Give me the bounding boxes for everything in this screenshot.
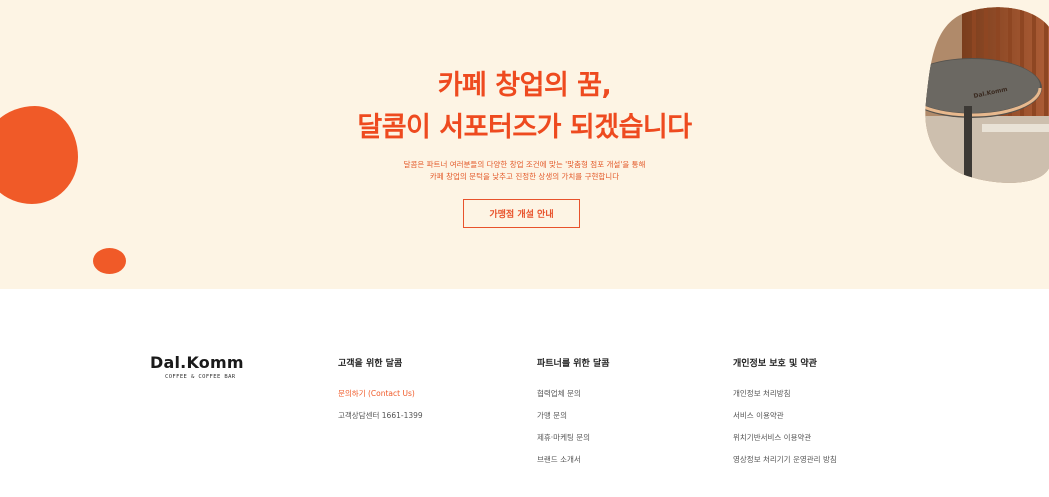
footer-column-privacy-terms: 개인정보 보호 및 약관 개인정보 처리방침 서비스 이용약관 위치기반서비스 … <box>733 357 837 476</box>
footer: Dal.Komm COFFEE & COFFEE BAR 고객을 위한 달콤 문… <box>0 289 1049 497</box>
hero-section: Dal.Komm 카페 창업의 꿈, 달콤이 서포터즈가 되겠습니다 달콤은 파… <box>0 0 1049 289</box>
footer-link-customer-center[interactable]: 고객상담센터 1661-1399 <box>338 410 423 432</box>
hero-title-line-2: 달콤이 서포터즈가 되겠습니다 <box>357 112 692 143</box>
footer-link-cctv-policy[interactable]: 영상정보 처리기기 운영관리 방침 <box>733 454 837 476</box>
footer-column-title: 고객을 위한 달콤 <box>338 359 403 369</box>
footer-column-partners: 파트너를 위한 달콤 협력업체 문의 가맹 문의 제휴·마케팅 문의 브랜드 소… <box>537 357 610 476</box>
franchise-info-button[interactable]: 가맹점 개설 안내 <box>463 199 580 228</box>
footer-link-contact-us[interactable]: 문의하기 (Contact Us) <box>338 388 423 410</box>
footer-link-location-terms[interactable]: 위치기반서비스 이용약관 <box>733 432 837 454</box>
footer-link-privacy-policy[interactable]: 개인정보 처리방침 <box>733 388 837 410</box>
footer-link-supplier-inquiry[interactable]: 협력업체 문의 <box>537 388 610 410</box>
footer-link-terms-of-service[interactable]: 서비스 이용약관 <box>733 410 837 432</box>
dalkomm-logo[interactable]: Dal.Komm <box>150 353 244 372</box>
hero-title-line-1: 카페 창업의 꿈, <box>437 70 612 101</box>
footer-link-franchise-inquiry[interactable]: 가맹 문의 <box>537 410 610 432</box>
footer-column-title: 개인정보 보호 및 약관 <box>733 359 817 369</box>
hero-description-line-2: 카페 창업의 문턱을 낮추고 진정한 상생의 가치를 구현합니다 <box>429 172 620 181</box>
dalkomm-logo-subtitle: COFFEE & COFFEE BAR <box>165 374 236 380</box>
hero-description-line-1: 달콤은 파트너 여러분들의 다양한 창업 조건에 맞는 '맞춤형 점포 개설'을… <box>403 160 646 169</box>
footer-link-marketing-inquiry[interactable]: 제휴·마케팅 문의 <box>537 432 610 454</box>
footer-link-brand-brochure[interactable]: 브랜드 소개서 <box>537 454 610 476</box>
footer-column-title: 파트너를 위한 달콤 <box>537 359 610 369</box>
footer-column-customers: 고객을 위한 달콤 문의하기 (Contact Us) 고객상담센터 1661-… <box>338 357 423 432</box>
decorative-orange-dot <box>93 248 126 274</box>
